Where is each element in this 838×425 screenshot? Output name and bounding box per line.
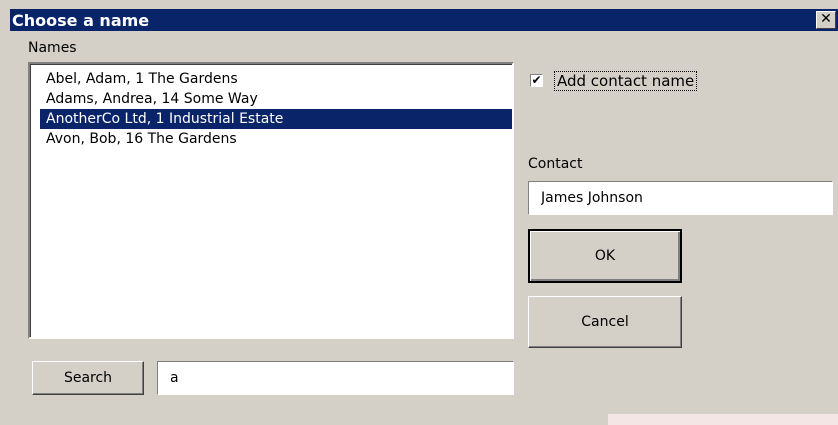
- names-listbox[interactable]: Abel, Adam, 1 The Gardens Adams, Andrea,…: [28, 62, 514, 339]
- contact-label: Contact: [528, 156, 583, 172]
- close-button[interactable]: ✕: [816, 11, 836, 29]
- names-label: Names: [28, 40, 77, 56]
- check-icon: ✔: [531, 73, 542, 87]
- close-icon: ✕: [820, 11, 832, 27]
- contact-field[interactable]: [528, 181, 833, 215]
- add-contact-name-label[interactable]: Add contact name: [554, 71, 698, 91]
- list-item-selected[interactable]: AnotherCo Ltd, 1 Industrial Estate: [40, 109, 512, 129]
- title-bar: Choose a name ✕: [10, 9, 838, 31]
- list-item[interactable]: Abel, Adam, 1 The Gardens: [42, 69, 242, 89]
- search-button[interactable]: Search: [32, 361, 144, 395]
- list-item[interactable]: Adams, Andrea, 14 Some Way: [42, 89, 262, 109]
- search-input[interactable]: [157, 361, 514, 395]
- cancel-button[interactable]: Cancel: [528, 296, 682, 348]
- add-contact-name-checkbox[interactable]: ✔: [530, 74, 543, 87]
- corner-region: [608, 414, 838, 425]
- list-item[interactable]: Avon, Bob, 16 The Gardens: [42, 129, 241, 149]
- ok-button[interactable]: OK: [528, 229, 682, 283]
- window-title: Choose a name: [12, 11, 150, 30]
